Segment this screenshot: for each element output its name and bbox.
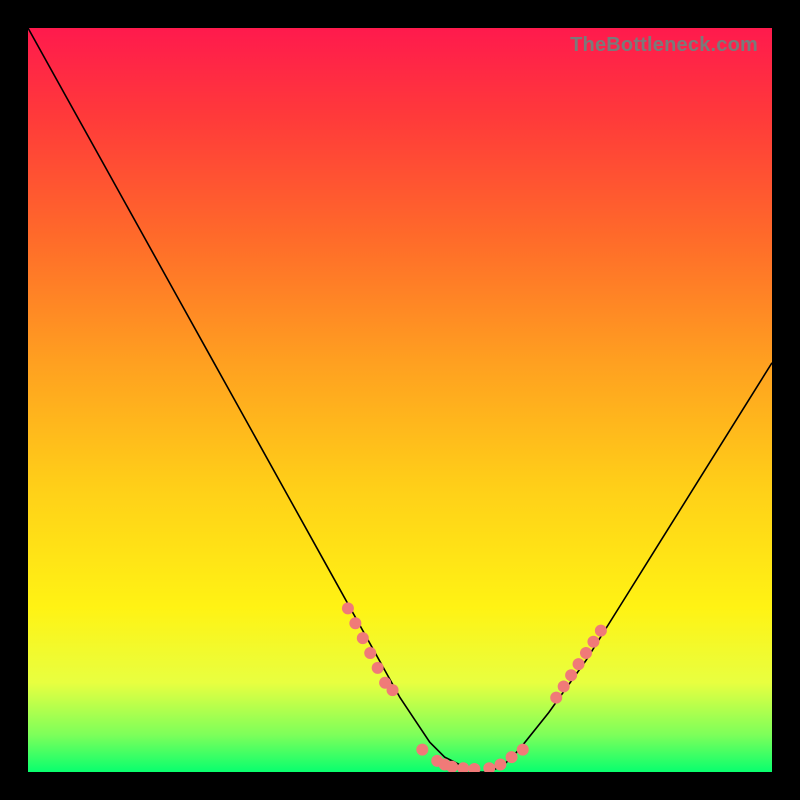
- data-marker: [494, 759, 506, 771]
- data-marker: [550, 692, 562, 704]
- data-marker: [387, 684, 399, 696]
- plot-area: TheBottleneck.com: [28, 28, 772, 772]
- data-marker: [517, 744, 529, 756]
- chart-frame: TheBottleneck.com: [0, 0, 800, 800]
- data-marker: [587, 636, 599, 648]
- data-marker: [595, 625, 607, 637]
- data-marker: [416, 744, 428, 756]
- data-marker: [357, 632, 369, 644]
- data-marker: [580, 647, 592, 659]
- data-marker: [468, 763, 480, 772]
- data-marker: [558, 680, 570, 692]
- data-marker: [372, 662, 384, 674]
- data-marker: [349, 617, 361, 629]
- curve-line: [28, 28, 772, 772]
- bottleneck-chart: [28, 28, 772, 772]
- data-marker: [364, 647, 376, 659]
- data-marker: [573, 658, 585, 670]
- data-marker: [506, 751, 518, 763]
- data-marker: [483, 762, 495, 772]
- data-marker: [565, 669, 577, 681]
- data-marker: [342, 602, 354, 614]
